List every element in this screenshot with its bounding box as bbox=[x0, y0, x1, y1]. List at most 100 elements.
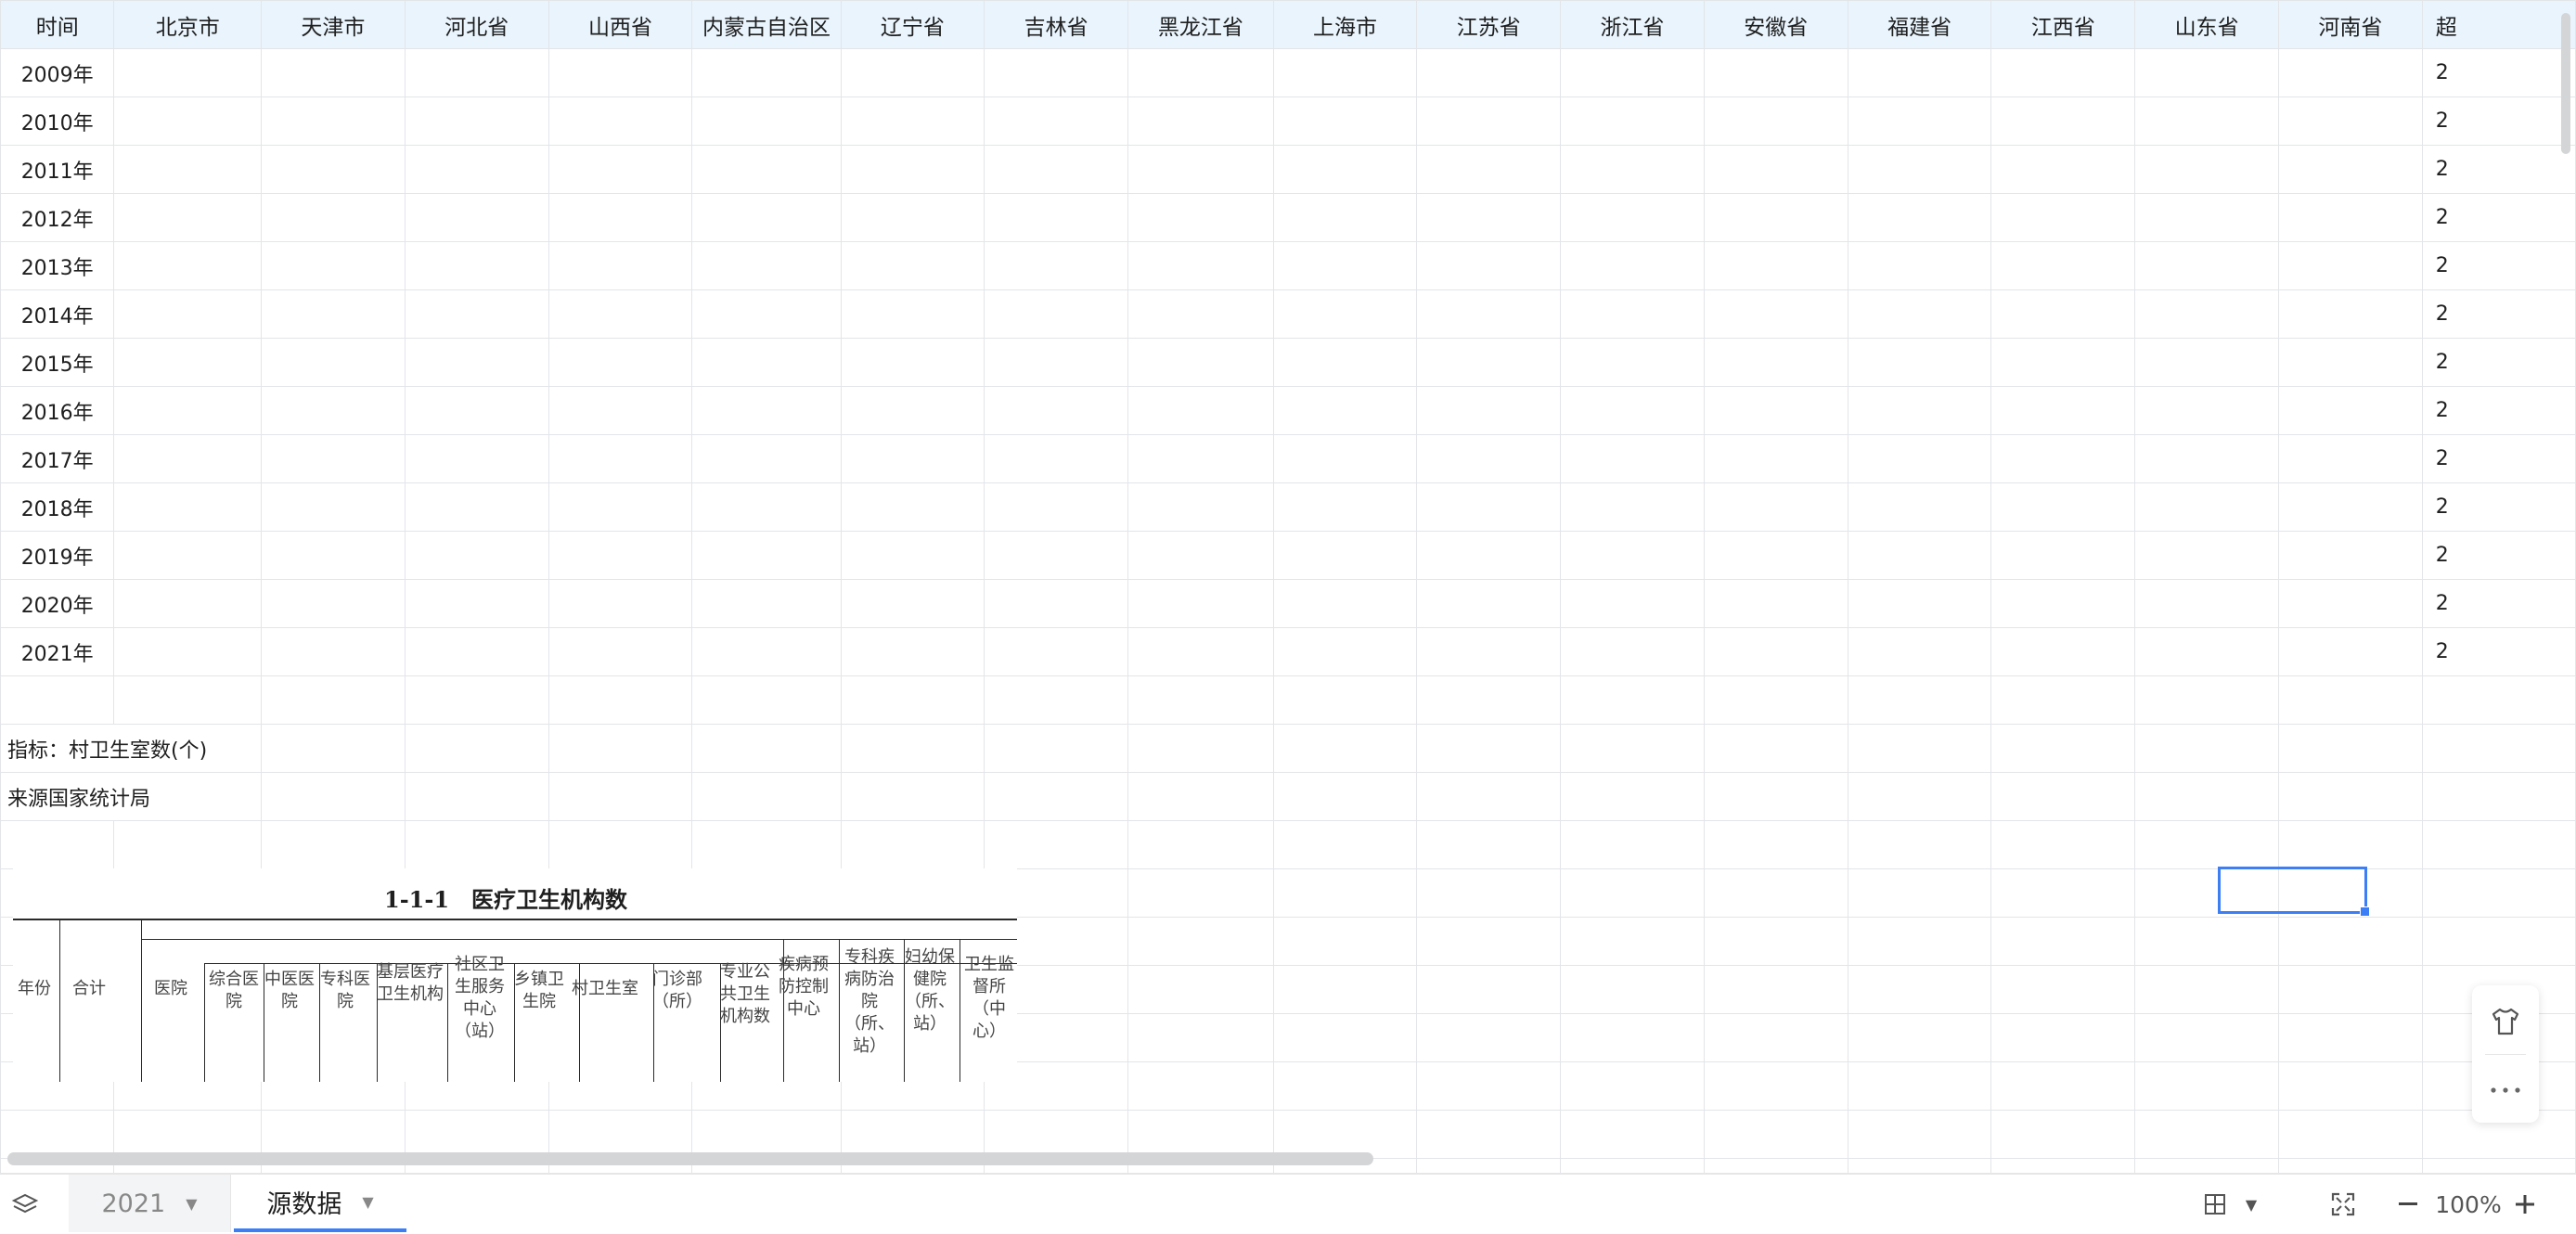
data-cell[interactable] bbox=[1272, 48, 1418, 97]
data-cell[interactable] bbox=[1272, 289, 1418, 339]
data-cell[interactable] bbox=[1847, 772, 1992, 821]
data-cell[interactable] bbox=[2277, 434, 2423, 483]
data-cell[interactable] bbox=[840, 241, 985, 290]
data-cell[interactable] bbox=[1127, 386, 1274, 435]
data-cell[interactable] bbox=[1272, 772, 1418, 821]
data-cell[interactable] bbox=[691, 579, 842, 628]
data-cell[interactable] bbox=[1847, 820, 1992, 869]
data-cell[interactable] bbox=[261, 579, 406, 628]
data-cell[interactable] bbox=[840, 531, 985, 580]
data-cell[interactable] bbox=[261, 820, 406, 869]
data-cell[interactable] bbox=[2421, 724, 2576, 773]
data-cell[interactable] bbox=[261, 675, 406, 725]
data-cell[interactable] bbox=[1703, 917, 1848, 966]
data-cell[interactable] bbox=[691, 531, 842, 580]
data-cell[interactable] bbox=[1272, 820, 1418, 869]
data-cell[interactable] bbox=[1272, 675, 1418, 725]
data-cell[interactable] bbox=[404, 434, 549, 483]
data-cell[interactable] bbox=[1127, 48, 1274, 97]
zoom-out-icon[interactable] bbox=[2394, 1186, 2422, 1223]
data-cell[interactable] bbox=[2134, 531, 2279, 580]
fill-handle[interactable] bbox=[2360, 906, 2370, 917]
chevron-down-icon[interactable]: ▼ bbox=[2240, 1186, 2262, 1223]
data-cell[interactable] bbox=[1127, 1110, 1274, 1159]
data-cell[interactable] bbox=[1127, 675, 1274, 725]
data-cell[interactable] bbox=[1703, 627, 1848, 676]
data-cell[interactable] bbox=[1560, 1110, 1705, 1159]
data-cell[interactable]: 2 bbox=[2421, 531, 2576, 580]
column-header[interactable]: 浙江省 bbox=[1560, 0, 1705, 49]
data-cell[interactable] bbox=[1990, 675, 2136, 725]
data-cell[interactable] bbox=[2277, 1158, 2423, 1173]
data-cell[interactable] bbox=[691, 772, 842, 821]
data-cell[interactable] bbox=[691, 145, 842, 194]
data-cell[interactable] bbox=[113, 289, 263, 339]
data-cell[interactable] bbox=[1127, 820, 1274, 869]
data-cell[interactable] bbox=[547, 241, 693, 290]
data-cell[interactable] bbox=[404, 675, 549, 725]
data-cell[interactable] bbox=[1990, 338, 2136, 387]
data-cell[interactable] bbox=[113, 675, 263, 725]
data-cell[interactable] bbox=[547, 145, 693, 194]
data-cell[interactable] bbox=[1847, 1110, 1992, 1159]
data-cell[interactable] bbox=[984, 531, 1129, 580]
row-label-cell[interactable]: 2009年 bbox=[0, 48, 115, 97]
data-cell[interactable] bbox=[2134, 145, 2279, 194]
data-cell[interactable] bbox=[691, 96, 842, 146]
data-cell[interactable] bbox=[1272, 434, 1418, 483]
data-cell[interactable] bbox=[840, 193, 985, 242]
data-cell[interactable] bbox=[1847, 627, 1992, 676]
indicator-note[interactable]: 指标：村卫生室数(个) bbox=[0, 724, 263, 773]
data-cell[interactable] bbox=[261, 531, 406, 580]
data-cell[interactable] bbox=[2277, 1061, 2423, 1111]
data-cell[interactable] bbox=[1272, 724, 1418, 773]
data-cell[interactable] bbox=[404, 48, 549, 97]
data-cell[interactable]: 2 bbox=[2421, 338, 2576, 387]
data-cell[interactable] bbox=[547, 724, 693, 773]
data-cell[interactable] bbox=[261, 724, 406, 773]
grid-view-icon[interactable] bbox=[2201, 1186, 2229, 1223]
data-cell[interactable] bbox=[1272, 579, 1418, 628]
data-cell[interactable] bbox=[1560, 386, 1705, 435]
data-cell[interactable] bbox=[261, 482, 406, 532]
data-cell[interactable] bbox=[1703, 868, 1848, 918]
tab-2021[interactable]: 2021 ▼ bbox=[69, 1175, 231, 1232]
data-cell[interactable] bbox=[691, 48, 842, 97]
data-cell[interactable] bbox=[404, 386, 549, 435]
data-cell[interactable] bbox=[261, 434, 406, 483]
data-cell[interactable] bbox=[1127, 965, 1274, 1014]
data-cell[interactable] bbox=[1127, 531, 1274, 580]
data-cell[interactable] bbox=[1416, 820, 1562, 869]
data-cell[interactable] bbox=[0, 820, 115, 869]
data-cell[interactable] bbox=[1560, 193, 1705, 242]
data-cell[interactable] bbox=[2134, 338, 2279, 387]
data-cell[interactable] bbox=[113, 145, 263, 194]
data-cell[interactable]: 2 bbox=[2421, 145, 2576, 194]
data-cell[interactable] bbox=[840, 48, 985, 97]
data-cell[interactable] bbox=[404, 241, 549, 290]
data-cell[interactable] bbox=[1847, 193, 1992, 242]
data-cell[interactable] bbox=[261, 193, 406, 242]
row-label-cell[interactable]: 2011年 bbox=[0, 145, 115, 194]
data-cell[interactable] bbox=[984, 675, 1129, 725]
data-cell[interactable] bbox=[1703, 48, 1848, 97]
data-cell[interactable] bbox=[1272, 531, 1418, 580]
data-cell[interactable] bbox=[1560, 1061, 1705, 1111]
data-cell[interactable] bbox=[404, 193, 549, 242]
data-cell[interactable] bbox=[1127, 96, 1274, 146]
data-cell[interactable] bbox=[840, 289, 985, 339]
source-note[interactable]: 来源国家统计局 bbox=[0, 772, 263, 821]
data-cell[interactable] bbox=[2277, 48, 2423, 97]
data-cell[interactable] bbox=[2134, 675, 2279, 725]
data-cell[interactable] bbox=[691, 434, 842, 483]
data-cell[interactable] bbox=[1847, 434, 1992, 483]
data-cell[interactable] bbox=[1560, 241, 1705, 290]
data-cell[interactable] bbox=[2134, 386, 2279, 435]
data-cell[interactable] bbox=[840, 820, 985, 869]
data-cell[interactable] bbox=[1990, 917, 2136, 966]
data-cell[interactable] bbox=[2134, 48, 2279, 97]
data-cell[interactable] bbox=[1127, 724, 1274, 773]
data-cell[interactable] bbox=[1416, 96, 1562, 146]
data-cell[interactable] bbox=[1560, 96, 1705, 146]
data-cell[interactable] bbox=[1272, 193, 1418, 242]
